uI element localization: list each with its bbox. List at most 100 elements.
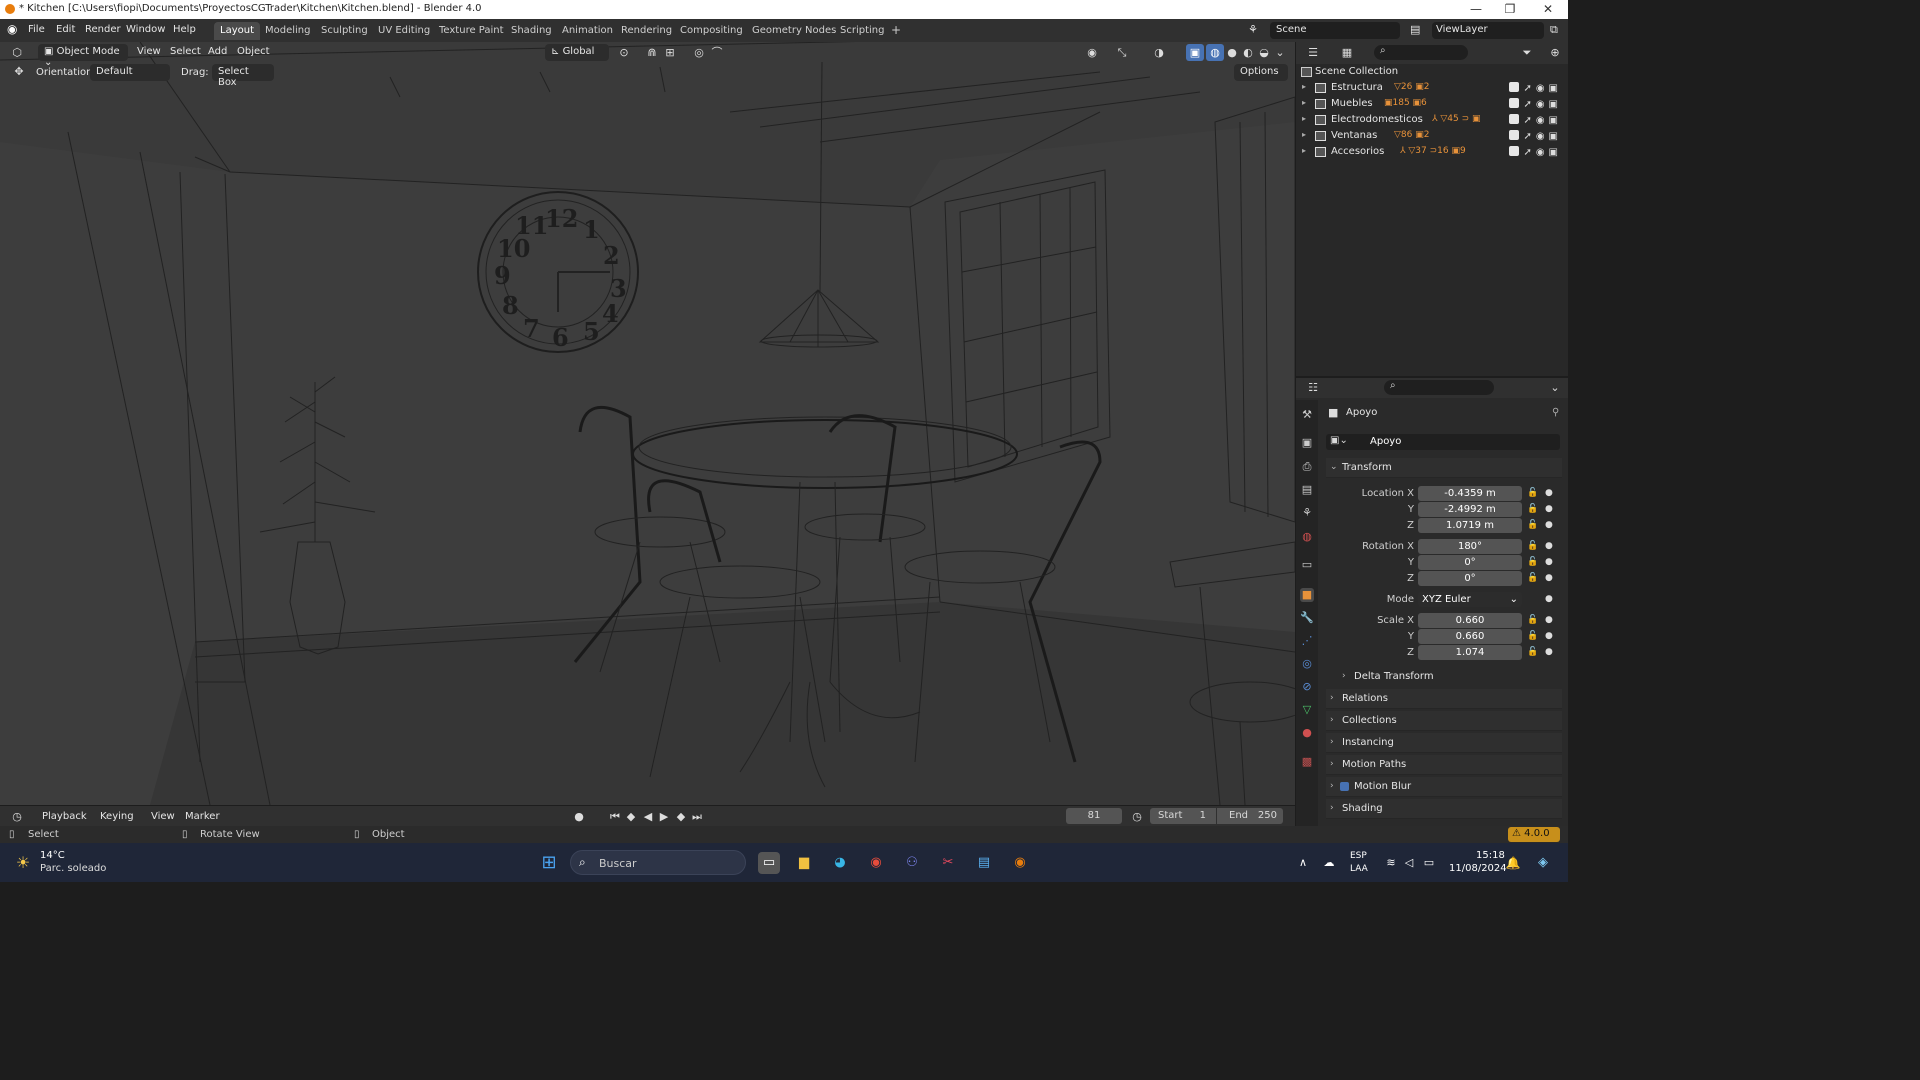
scale-z-field[interactable]: 1.074 <box>1418 645 1522 660</box>
keyframe-dot-icon[interactable]: ● <box>1545 594 1553 604</box>
proportional-editing-icon[interactable]: ◎ <box>690 44 708 61</box>
menu-help[interactable]: Help <box>173 24 196 35</box>
notepad-icon[interactable]: ▤ <box>973 852 995 874</box>
viewport-menu-add[interactable]: Add <box>208 46 227 57</box>
file-explorer-icon[interactable]: ▆ <box>793 852 815 874</box>
current-frame-field[interactable]: 81 <box>1066 808 1122 824</box>
outliner-row-muebles[interactable]: ▸ Muebles ▣185 ▣6 ➚◉▣ <box>1296 96 1568 112</box>
xray-icon[interactable]: ▣ <box>1186 44 1204 61</box>
pin-icon[interactable]: ⚲ <box>1552 407 1559 418</box>
transform-orientation-dropdown[interactable]: ⊾ Global <box>545 44 609 61</box>
texture-tab-icon[interactable]: ▩ <box>1300 755 1314 769</box>
world-tab-icon[interactable]: ◍ <box>1300 530 1314 544</box>
expand-arrow-icon[interactable]: ▸ <box>1302 114 1306 123</box>
move-tool-icon[interactable]: ✥ <box>10 63 28 80</box>
taskbar-time[interactable]: 15:18 <box>1476 850 1505 861</box>
snap-icon[interactable]: ⋒ <box>643 44 661 61</box>
rotation-x-field[interactable]: 180° <box>1418 539 1522 554</box>
view-layer-selector[interactable]: ViewLayer <box>1432 22 1544 39</box>
object-mode-dropdown[interactable]: ▣ Object Mode ⌄ <box>38 44 128 68</box>
prev-keyframe-icon[interactable]: ◆ <box>622 808 640 825</box>
collection-controls[interactable]: ➚◉▣ <box>1509 114 1562 126</box>
expand-arrow-icon[interactable]: ▸ <box>1302 130 1306 139</box>
pivot-point-icon[interactable]: ⊙ <box>615 44 633 61</box>
snipping-tool-icon[interactable]: ✂ <box>937 852 959 874</box>
show-hidden-icons[interactable]: ∧ <box>1292 852 1314 874</box>
rotation-z-field[interactable]: 0° <box>1418 571 1522 586</box>
view-layer-tab-icon[interactable]: ▤ <box>1300 483 1314 497</box>
scene-selector[interactable]: Scene <box>1270 22 1400 39</box>
record-icon[interactable]: ● <box>570 808 588 825</box>
keyframe-dot-icon[interactable]: ● <box>1545 631 1553 641</box>
minimize-button[interactable]: — <box>1466 2 1486 16</box>
tab-sculpting[interactable]: Sculpting <box>315 22 374 40</box>
collections-panel[interactable]: › Collections <box>1326 711 1562 731</box>
exclude-checkbox[interactable] <box>1509 130 1520 140</box>
menu-window[interactable]: Window <box>126 24 165 35</box>
properties-editor-icon[interactable]: ☷ <box>1304 379 1322 396</box>
outliner-search-input[interactable]: ⌕ <box>1374 45 1468 60</box>
material-tab-icon[interactable]: ● <box>1300 726 1314 740</box>
lock-icon[interactable]: 🔓 <box>1527 631 1538 641</box>
scale-y-field[interactable]: 0.660 <box>1418 629 1522 644</box>
filter-icon[interactable]: ⏷ <box>1518 44 1536 61</box>
outliner-editor-icon[interactable]: ☰ <box>1304 44 1322 61</box>
exclude-checkbox[interactable] <box>1509 82 1520 92</box>
add-view-layer-icon[interactable]: ⧉ <box>1550 23 1558 37</box>
tab-layout[interactable]: Layout <box>214 22 260 40</box>
scene-tab-icon[interactable]: ⚘ <box>1300 506 1314 520</box>
blender-taskbar-icon[interactable]: ◉ <box>1009 852 1031 874</box>
transform-panel-header[interactable]: ⌄ Transform <box>1326 458 1562 478</box>
outliner-row-estructura[interactable]: ▸ Estructura ▽26 ▣2 ➚◉▣ <box>1296 80 1568 96</box>
windows-start-icon[interactable]: ⊞ <box>538 852 560 874</box>
collection-controls[interactable]: ➚◉▣ <box>1509 146 1562 158</box>
lock-icon[interactable]: 🔓 <box>1527 520 1538 530</box>
menu-file[interactable]: File <box>28 24 45 35</box>
play-icon[interactable]: ▶ <box>655 808 673 825</box>
lock-icon[interactable]: 🔓 <box>1527 488 1538 498</box>
timeline-editor-icon[interactable]: ◷ <box>8 808 26 825</box>
exclude-checkbox[interactable] <box>1509 114 1520 124</box>
orientation-dropdown[interactable]: Default <box>90 64 170 81</box>
viewport-menu-object[interactable]: Object <box>237 46 270 57</box>
outliner-row-accesorios[interactable]: ▸ Accesorios ⅄ ▽37 ⊃16 ▣9 ➚◉▣ <box>1296 144 1568 160</box>
end-frame-field[interactable]: End 250 <box>1217 808 1283 824</box>
view-layer-icon[interactable]: ▤ <box>1410 23 1420 36</box>
motion-blur-checkbox[interactable] <box>1340 782 1349 791</box>
shading-panel[interactable]: › Shading <box>1326 799 1562 819</box>
lock-icon[interactable]: 🔓 <box>1527 557 1538 567</box>
constraints-tab-icon[interactable]: ⊘ <box>1300 680 1314 694</box>
weather-icon[interactable]: ☀ <box>12 852 34 874</box>
location-y-field[interactable]: -2.4992 m <box>1418 502 1522 517</box>
tab-rendering[interactable]: Rendering <box>615 22 678 40</box>
lock-icon[interactable]: 🔓 <box>1527 541 1538 551</box>
timeline-menu-view[interactable]: View <box>151 811 175 822</box>
add-workspace-button[interactable]: + <box>885 22 907 40</box>
lock-icon[interactable]: 🔓 <box>1527 504 1538 514</box>
tab-animation[interactable]: Animation <box>556 22 619 40</box>
falloff-icon[interactable]: ⌒ <box>708 44 726 61</box>
relations-panel[interactable]: › Relations <box>1326 689 1562 709</box>
output-tab-icon[interactable]: ⎙ <box>1300 460 1314 474</box>
notification-bell-icon[interactable]: 🔔 <box>1502 852 1524 874</box>
location-z-field[interactable]: 1.0719 m <box>1418 518 1522 533</box>
keyframe-dot-icon[interactable]: ● <box>1545 504 1553 514</box>
scene-icon[interactable]: ⚘ <box>1248 23 1258 36</box>
display-mode-icon[interactable]: ▦ <box>1338 44 1356 61</box>
keyframe-dot-icon[interactable]: ● <box>1545 488 1553 498</box>
language-code[interactable]: ESP <box>1350 851 1367 861</box>
taskbar-search-box[interactable]: ⌕ Buscar <box>570 850 746 875</box>
tab-geometry-nodes[interactable]: Geometry Nodes <box>746 22 842 40</box>
keyframe-dot-icon[interactable]: ● <box>1545 573 1553 583</box>
version-badge[interactable]: ⚠ 4.0.0 <box>1508 827 1560 842</box>
overlays-icon[interactable]: ◑ <box>1150 44 1168 61</box>
rotation-y-field[interactable]: 0° <box>1418 555 1522 570</box>
jump-end-icon[interactable]: ⏭ <box>688 808 706 825</box>
motion-paths-panel[interactable]: › Motion Paths <box>1326 755 1562 775</box>
motion-blur-panel[interactable]: › Motion Blur <box>1326 777 1562 797</box>
location-x-field[interactable]: -0.4359 m <box>1418 486 1522 501</box>
viewport-menu-view[interactable]: View <box>137 46 161 57</box>
new-collection-icon[interactable]: ⊕ <box>1546 44 1564 61</box>
lock-icon[interactable]: 🔓 <box>1527 615 1538 625</box>
wireframe-shading-icon[interactable]: ◍ <box>1206 44 1224 61</box>
